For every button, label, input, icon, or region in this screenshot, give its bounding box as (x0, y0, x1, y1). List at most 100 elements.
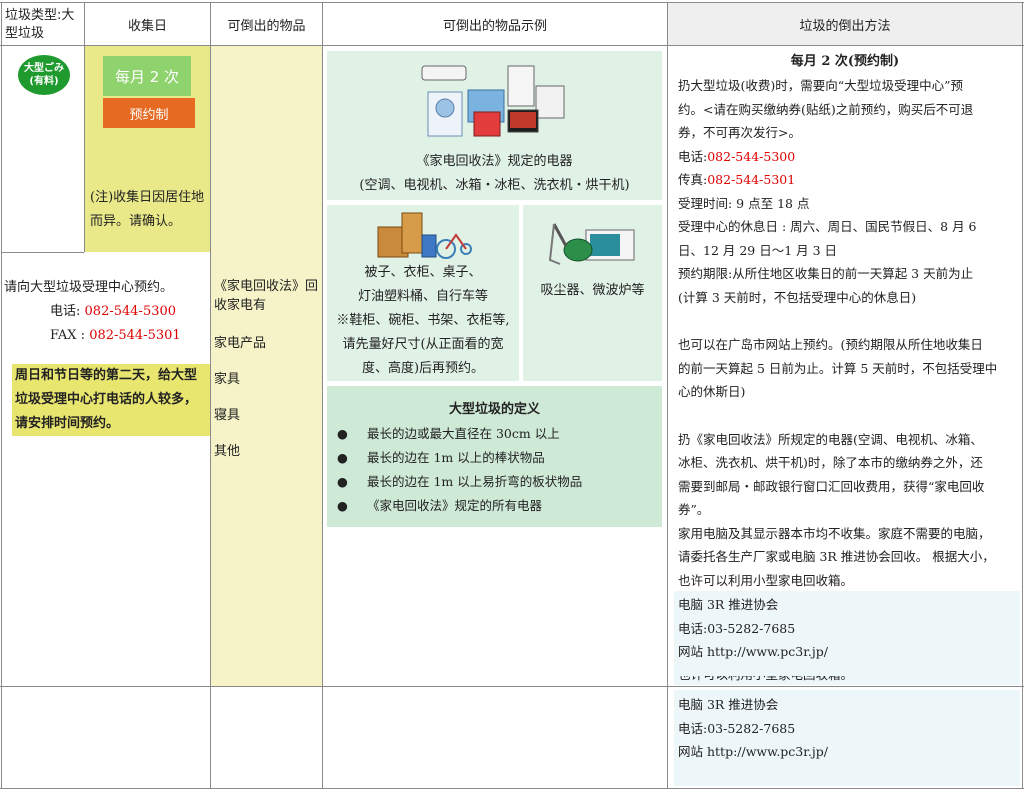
method-holidays-line: 受理中心的休息日 : 周六、周日、国民节假日、8 月 6 (678, 219, 977, 234)
method-recycle-line: 冰柜、洗衣机、烘干机)时，除了本市的缴纳券之外，还 (678, 455, 983, 470)
left-tel-line: 电话: 082-544-5300 (4, 300, 210, 324)
pc3r-web: 网站 http://www.pc3r.jp/ (678, 744, 828, 759)
appliances-title: 《家电回收法》规定的电器 (416, 154, 573, 169)
left-fax-label: FAX : (50, 328, 86, 343)
left-fax-line: FAX : 082-544-5301 (4, 324, 210, 348)
method-pc-line: 家用电脑及其显示器本市均不收集。家庭不需要的电脑， (678, 525, 991, 541)
header-day: 收集日 (127, 18, 167, 34)
method-fax-label: 传真: (678, 172, 708, 187)
large-garbage-badge: 大型ごみ (有料) (18, 55, 70, 95)
method-deadline-line: 预约期限:从所住地区收集日的前一天算起 3 天前为止 (678, 266, 974, 281)
table-border-right (1022, 2, 1023, 789)
bullet-icon: ● (337, 474, 348, 489)
furniture-line-2: 灯油塑料桶、自行车等 (357, 289, 488, 304)
furniture-illustration (377, 212, 472, 259)
definition-item: ● 最长的边或最大直径在 30cm 以上 (337, 422, 657, 446)
method-web-line: 心的休斯日) (678, 384, 746, 399)
item-other: 其他 (214, 444, 241, 459)
badge-line1: 大型ごみ (24, 63, 64, 74)
freq-label: 每月 2 次 (114, 67, 180, 86)
definition-text: 最长的边在 1m 以上易折弯的板状物品 (367, 474, 583, 489)
left-fax: 082-544-5301 (89, 328, 181, 343)
method-p1-line: 约。<请在购买缴纳券(贴纸)之前预约，购买后不可退 (678, 101, 974, 117)
method-tel: 082-544-5300 (707, 148, 796, 164)
item-bedding: 寝具 (214, 408, 241, 423)
left-warning: 周日和节日等的第二天，给大型垃圾受理中心打电话的人较多，请安排时间预约。 (12, 364, 210, 436)
method-fax-line: 传真:082-544-5301 (678, 168, 1022, 192)
pc3r-tel: 电话:03-5282-7685 (678, 620, 796, 636)
freq-badge: 每月 2 次 (103, 56, 191, 96)
pc3r-box-bottom: 电脑 3R 推进协会 电话:03-5282-7685 网站 http://www… (674, 690, 1020, 786)
definition-text: 最长的边在 1m 以上的棒状物品 (367, 450, 545, 465)
header-method: 垃圾的倒出方法 (668, 3, 1022, 45)
method-p1-line: 券，不可再次发行>。 (678, 125, 801, 140)
definition-item: ● 《家电回收法》规定的所有电器 (337, 494, 657, 518)
pc3r-web: 网站 http://www.pc3r.jp/ (678, 644, 828, 659)
definition-text: 《家电回收法》规定的所有电器 (367, 498, 543, 513)
header-examples: 可倒出的物品示例 (442, 18, 547, 34)
cut-off-text: 也许可以利用小型家电回收箱。 (678, 676, 1018, 687)
method-pc-line: 请委托各生产厂家或电脑 3R 推进协会回收。 根据大小， (678, 549, 995, 564)
left-info: 请向大型垃圾受理中心预约。 电话: 082-544-5300 FAX : 082… (4, 276, 210, 348)
method-pc-line: 也许可以利用小型家电回收箱。 (678, 572, 854, 588)
method-web-line: 也可以在广岛市网站上预约。(预约期限从所住地收集日 (678, 337, 983, 352)
bullet-icon: ● (337, 426, 348, 441)
left-tel: 082-544-5300 (84, 304, 177, 319)
items-list: 《家电回收法》回收家电有 家电产品 家具 寝具 其他 (214, 277, 320, 461)
definition-title: 大型垃圾的定义 (448, 402, 540, 417)
pc3r-name: 电脑 3R 推进协会 (678, 597, 779, 612)
method-recycle-line: 券”。 (678, 502, 710, 517)
appliances-list: (空调、电视机、冰箱・冰柜、洗衣机・烘干机) (359, 178, 630, 193)
item-appliances: 家电产品 (214, 336, 267, 351)
method-recycle-line: 扔《家电回收法》所规定的电器(空调、电视机、冰箱、 (678, 431, 983, 447)
left-cell-divider (2, 252, 84, 253)
left-tel-label: 电话: (50, 304, 81, 319)
table-border-bottom (0, 788, 1024, 789)
definition-item: ● 最长的边在 1m 以上易折弯的板状物品 (337, 470, 657, 494)
method-p1-line: 扔大型垃圾(收费)时，需要向“大型垃圾受理中心”预 (678, 78, 964, 93)
item-recycle-law: 《家电回收法》回收家电有 (214, 279, 319, 313)
method-tel-line: 电话:082-544-5300 (678, 145, 1022, 169)
method-p1: 扔大型垃圾(收费)时，需要向“大型垃圾受理中心”预 约。<请在购买缴纳券(贴纸)… (678, 74, 1022, 145)
reserve-label: 预约制 (129, 107, 169, 123)
method-body: 扔大型垃圾(收费)时，需要向“大型垃圾受理中心”预 约。<请在购买缴纳券(贴纸)… (678, 74, 1022, 592)
bullet-icon: ● (337, 498, 348, 513)
method-hours: 受理时间: 9 点至 18 点 (678, 195, 810, 211)
badge-line2: (有料) (29, 76, 59, 87)
left-intro: 请向大型垃圾受理中心预约。 (4, 280, 174, 295)
header-type: 垃圾类型:大型垃圾 (5, 8, 75, 41)
method-holidays-line: 日、12 月 29 日～1 月 3 日 (678, 242, 838, 258)
small-appliances-text: 吸尘器、微波炉等 (540, 283, 645, 298)
col-divider-3 (322, 2, 323, 789)
header-type-cell: 垃圾类型:大型垃圾 (2, 3, 84, 45)
pc3r-name: 电脑 3R 推进协会 (678, 697, 779, 712)
method-deadline-line: (计算 3 天前时，不包括受理中心的休息日) (678, 289, 917, 305)
table-border-left (1, 2, 2, 789)
header-items: 可倒出的物品 (227, 18, 306, 34)
method-fax: 082-544-5301 (707, 172, 796, 187)
furniture-line-3: ※鞋柜、碗柜、书架、衣柜等, (336, 313, 510, 328)
definition-list: ● 最长的边或最大直径在 30cm 以上 ● 最长的边在 1m 以上的棒状物品 ● 最… (337, 422, 657, 518)
definition-item: ● 最长的边在 1m 以上的棒状物品 (337, 446, 657, 470)
item-furniture: 家具 (214, 372, 241, 387)
collection-note: (注)收集日因居住地而异。请确认。 (90, 190, 205, 229)
small-appliances-illustration (548, 223, 635, 265)
pc3r-box-top: 电脑 3R 推进协会 电话:03-5282-7685 网站 http://www… (674, 591, 1020, 685)
method-title: 每月 2 次(预约制) (790, 54, 900, 69)
pc3r-tel: 电话:03-5282-7685 (678, 720, 796, 736)
furniture-text: 被子、衣柜、桌子、 灯油塑料桶、自行车等 ※鞋柜、碗柜、书架、衣柜等, 请先量好… (327, 261, 519, 381)
method-web-line: 的前一天算起 5 日前为止。计算 5 天前时，不包括受理中 (678, 360, 998, 376)
furniture-line-1: 被子、衣柜、桌子、 (364, 265, 482, 280)
reserve-badge: 预约制 (103, 98, 195, 128)
cut-off-line: 也许可以利用小型家电回收箱。 (678, 676, 1018, 690)
appliances-illustration (421, 65, 565, 137)
bullet-icon: ● (337, 450, 348, 465)
furniture-line-4: 请先量好尺寸(从正面看的宽 (342, 337, 504, 352)
method-recycle-line: 需要到邮局・邮政银行窗口汇回收费用，获得“家电回收 (678, 478, 985, 494)
definition-text: 最长的边或最大直径在 30cm 以上 (367, 426, 560, 441)
col-divider-4 (667, 2, 668, 789)
method-tel-label: 电话: (678, 148, 708, 164)
furniture-line-5: 度、高度)后再预约。 (361, 361, 485, 376)
